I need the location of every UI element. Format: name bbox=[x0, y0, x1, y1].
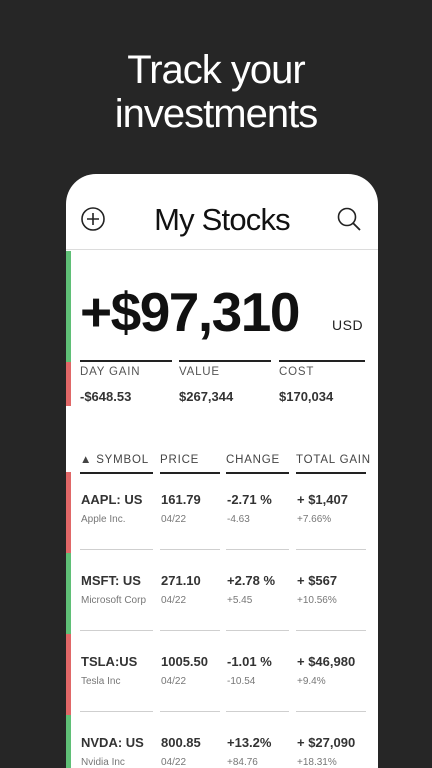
price-cell: 271.10 04/22 bbox=[161, 573, 201, 606]
header-label: PRICE bbox=[160, 454, 200, 466]
total-gain-percent: +18.31% bbox=[297, 757, 337, 768]
symbol-cell: NVDA: US Nvidia Inc bbox=[81, 735, 144, 768]
change-percent: +2.78 % bbox=[227, 573, 276, 588]
row-divider bbox=[296, 630, 366, 631]
stock-price: 800.85 bbox=[161, 735, 201, 750]
stock-price: 161.79 bbox=[161, 492, 201, 507]
row-divider bbox=[160, 630, 220, 631]
row-divider bbox=[226, 630, 289, 631]
summary-value: $170,034 bbox=[279, 389, 334, 404]
company-name: Tesla Inc bbox=[81, 676, 121, 687]
stock-row-msft[interactable]: MSFT: US Microsoft Corp 271.10 04/22 +2.… bbox=[66, 553, 378, 634]
stock-row-aapl[interactable]: AAPL: US Apple Inc. 161.79 04/22 -2.71 %… bbox=[66, 472, 378, 553]
price-cell: 161.79 04/22 bbox=[161, 492, 201, 525]
screen-title: My Stocks bbox=[154, 202, 291, 237]
change-amount: +5.45 bbox=[227, 595, 253, 606]
row-divider bbox=[80, 630, 153, 631]
price-date: 04/22 bbox=[161, 757, 187, 768]
company-name: Microsoft Corp bbox=[81, 595, 147, 606]
summary-divider bbox=[80, 360, 172, 362]
row-divider bbox=[160, 711, 220, 712]
column-header-total-gain[interactable]: TOTAL GAIN bbox=[296, 454, 371, 474]
row-divider bbox=[226, 711, 289, 712]
stock-price: 1005.50 bbox=[161, 654, 208, 669]
change-amount: -4.63 bbox=[227, 514, 250, 525]
change-cell: +2.78 % +5.45 bbox=[227, 573, 275, 606]
total-gain-percent: +9.4% bbox=[297, 676, 326, 687]
change-percent: -2.71 % bbox=[227, 492, 272, 507]
summary-cost: COST $170,034 bbox=[279, 360, 365, 404]
change-amount: -10.54 bbox=[227, 676, 256, 687]
summary-label: COST bbox=[279, 366, 315, 378]
row-divider bbox=[226, 549, 289, 550]
summary-value-col: VALUE $267,344 bbox=[179, 360, 271, 404]
change-cell: -2.71 % -4.63 bbox=[227, 492, 272, 525]
change-amount: +84.76 bbox=[227, 757, 258, 768]
symbol-cell: MSFT: US Microsoft Corp bbox=[81, 573, 146, 606]
price-date: 04/22 bbox=[161, 676, 187, 687]
header-label: CHANGE bbox=[226, 454, 281, 466]
app-header: My Stocks bbox=[66, 174, 378, 250]
stock-price: 271.10 bbox=[161, 573, 201, 588]
row-divider bbox=[160, 549, 220, 550]
stock-symbol: AAPL: US bbox=[81, 492, 143, 507]
gain-cell: + $27,090 +18.31% bbox=[297, 735, 355, 768]
header-label: SYMBOL bbox=[96, 454, 149, 466]
summary-divider bbox=[179, 360, 271, 362]
company-name: Nvidia Inc bbox=[81, 757, 125, 768]
row-divider bbox=[296, 711, 366, 712]
total-gain-percent: +7.66% bbox=[297, 514, 332, 525]
summary-label: VALUE bbox=[179, 366, 220, 378]
gain-cell: + $567 +10.56% bbox=[297, 573, 337, 606]
symbol-cell: TSLA:US Tesla Inc bbox=[81, 654, 137, 687]
portfolio-gain-stripe bbox=[66, 251, 71, 362]
promo-line-1: Track your bbox=[127, 48, 305, 92]
change-cell: -1.01 % -10.54 bbox=[227, 654, 272, 687]
summary-value: $267,344 bbox=[179, 389, 234, 404]
row-divider bbox=[80, 549, 153, 550]
summary-day-gain: DAY GAIN -$648.53 bbox=[80, 360, 172, 404]
summary-divider bbox=[279, 360, 365, 362]
column-header-symbol[interactable]: ▲ SYMBOL bbox=[80, 454, 153, 474]
search-icon[interactable] bbox=[336, 206, 362, 232]
gain-cell: + $1,407 +7.66% bbox=[297, 492, 348, 525]
row-divider bbox=[296, 549, 366, 550]
column-header-change[interactable]: CHANGE bbox=[226, 454, 289, 474]
price-cell: 1005.50 04/22 bbox=[161, 654, 208, 687]
sort-ascending-icon: ▲ bbox=[80, 454, 93, 466]
currency-label: USD bbox=[332, 317, 364, 333]
day-gain-stripe bbox=[66, 362, 71, 406]
total-gain: + $27,090 bbox=[297, 735, 356, 750]
stock-symbol: TSLA:US bbox=[81, 654, 138, 669]
company-name: Apple Inc. bbox=[81, 514, 126, 525]
header-label: TOTAL GAIN bbox=[296, 454, 371, 466]
stock-symbol: NVDA: US bbox=[81, 735, 144, 750]
promo-headline: Track your investments bbox=[0, 48, 432, 136]
price-cell: 800.85 04/22 bbox=[161, 735, 201, 768]
column-header-price[interactable]: PRICE bbox=[160, 454, 220, 474]
summary-label: DAY GAIN bbox=[80, 366, 141, 378]
stock-symbol: MSFT: US bbox=[81, 573, 141, 588]
change-percent: -1.01 % bbox=[227, 654, 272, 669]
price-date: 04/22 bbox=[161, 514, 187, 525]
total-gain-percent: +10.56% bbox=[297, 595, 337, 606]
price-date: 04/22 bbox=[161, 595, 187, 606]
change-cell: +13.2% +84.76 bbox=[227, 735, 271, 768]
stock-row-nvda[interactable]: NVDA: US Nvidia Inc 800.85 04/22 +13.2% … bbox=[66, 715, 378, 768]
summary-value: -$648.53 bbox=[80, 389, 132, 404]
stock-row-tsla[interactable]: TSLA:US Tesla Inc 1005.50 04/22 -1.01 % … bbox=[66, 634, 378, 715]
promo-line-2: investments bbox=[114, 92, 318, 136]
phone-screen: My Stocks +$97,310 USD DAY GAIN -$648.53… bbox=[66, 174, 378, 768]
gain-cell: + $46,980 +9.4% bbox=[297, 654, 355, 687]
total-gain: + $1,407 bbox=[297, 492, 348, 507]
change-percent: +13.2% bbox=[227, 735, 272, 750]
symbol-cell: AAPL: US Apple Inc. bbox=[81, 492, 142, 525]
total-gain: + $46,980 bbox=[297, 654, 356, 669]
row-divider bbox=[80, 711, 153, 712]
total-gain: + $567 bbox=[297, 573, 338, 588]
portfolio-total-gain: +$97,310 bbox=[80, 281, 300, 343]
